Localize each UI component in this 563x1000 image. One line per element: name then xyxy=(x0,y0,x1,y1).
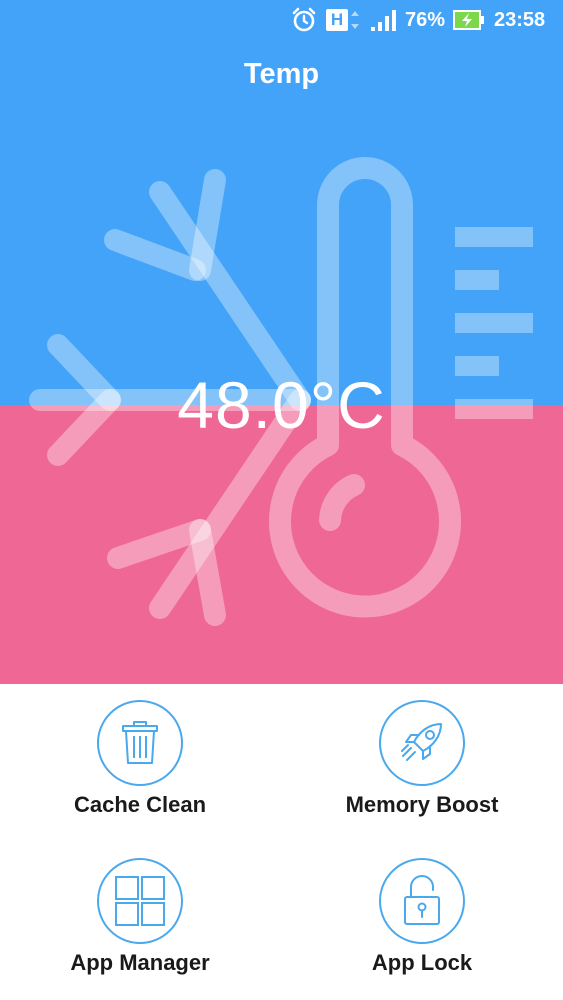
battery-percent: 76% xyxy=(405,8,446,31)
app-manager-icon-circle xyxy=(97,858,183,944)
app-lock-label: App Lock xyxy=(371,950,473,975)
temperature-panel: H 76% 23:58 Temp 48.0°C xyxy=(0,0,563,684)
app-manager-button[interactable]: App Manager xyxy=(10,858,270,976)
cache-clean-label: Cache Clean xyxy=(73,792,207,817)
data-arrows-icon xyxy=(351,11,359,29)
network-type-label: H xyxy=(330,10,344,29)
tools-grid: Cache Clean Memory Boost App Manager App… xyxy=(0,684,563,1000)
battery-charging-icon xyxy=(453,0,485,40)
temperature-reading: 48.0°C xyxy=(177,368,386,442)
memory-boost-icon-circle xyxy=(379,700,465,786)
cache-clean-button[interactable]: Cache Clean xyxy=(10,700,270,818)
grid-icon xyxy=(115,876,165,926)
app-manager-label: App Manager xyxy=(70,950,210,975)
cache-clean-icon-circle xyxy=(97,700,183,786)
rocket-icon xyxy=(401,723,442,761)
network-type-badge: H xyxy=(326,0,360,40)
clock-time: 23:58 xyxy=(494,8,546,31)
page-title: Temp xyxy=(243,58,320,90)
snowflake-thermometer-icon xyxy=(29,157,533,626)
signal-icon xyxy=(370,0,398,40)
padlock-icon xyxy=(404,875,440,925)
memory-boost-label: Memory Boost xyxy=(345,792,499,817)
app-lock-button[interactable]: App Lock xyxy=(292,858,552,976)
app-lock-icon-circle xyxy=(379,858,465,944)
status-bar: H 76% 23:58 xyxy=(0,0,563,40)
memory-boost-button[interactable]: Memory Boost xyxy=(292,700,552,818)
alarm-icon xyxy=(290,0,318,40)
trash-icon xyxy=(122,721,158,764)
